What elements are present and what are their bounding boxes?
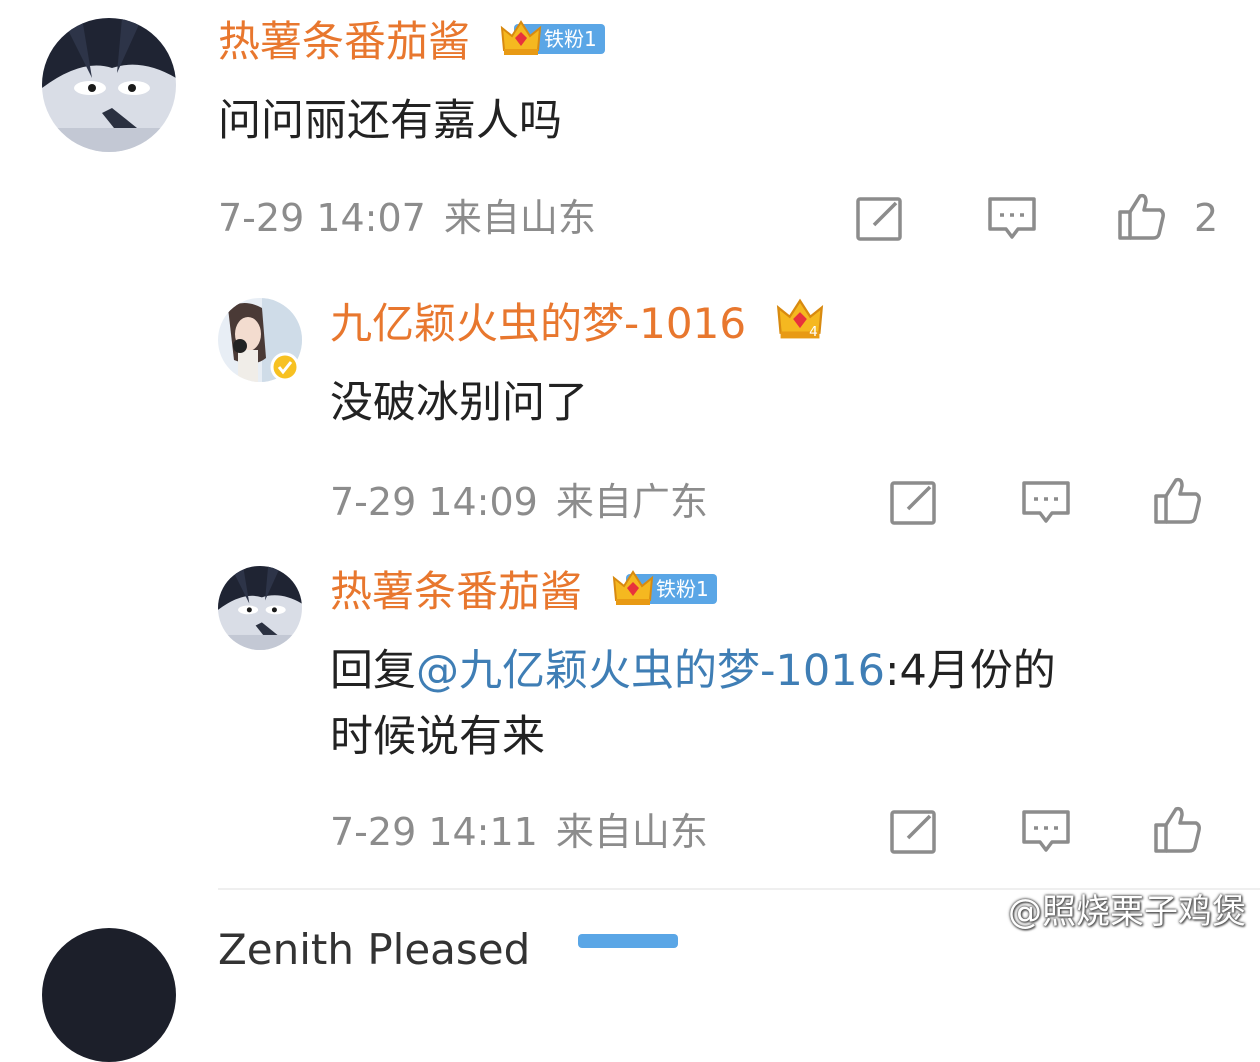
comment-icon[interactable] <box>986 193 1038 245</box>
watermark: @照烧栗子鸡煲 <box>960 888 1246 936</box>
comment-meta: 7-29 14:07 来自山东 <box>218 196 596 240</box>
username[interactable]: 热薯条番茄酱 <box>218 18 470 66</box>
like-icon[interactable] <box>1152 474 1204 526</box>
crown-icon <box>500 20 542 55</box>
like-count: 2 <box>1194 196 1219 240</box>
watermark-text: @照烧栗子鸡煲 <box>1008 892 1246 932</box>
comment-text: 回复@九亿颖火虫的梦-1016:4月份的 <box>330 640 1056 702</box>
comment-text: 问问丽还有嘉人吗 <box>218 96 562 146</box>
timestamp: 7-29 14:11 <box>330 810 538 854</box>
avatar[interactable] <box>42 18 176 152</box>
weibo-logo-icon <box>960 898 1002 930</box>
timestamp: 7-29 14:07 <box>218 196 426 240</box>
crown-level: 4 <box>809 324 818 340</box>
comment-icon[interactable] <box>1020 477 1072 529</box>
reply-prefix: 回复 <box>330 646 416 696</box>
avatar[interactable] <box>218 566 302 650</box>
comment-icon[interactable] <box>1020 806 1072 858</box>
mention-link[interactable]: @九亿颖火虫的梦-1016 <box>416 646 885 696</box>
location: 来自山东 <box>555 810 708 854</box>
like-icon[interactable] <box>1152 803 1204 855</box>
comment-text: 没破冰别问了 <box>330 378 588 428</box>
username[interactable]: 热薯条番茄酱 <box>330 568 582 616</box>
comment-meta: 7-29 14:11 来自山东 <box>330 810 708 854</box>
username[interactable]: Zenith Pleased <box>218 926 530 974</box>
crown-icon: 4 <box>776 298 824 340</box>
reply-text: :4月份的 <box>884 646 1056 696</box>
crown-icon <box>612 570 654 605</box>
location: 来自广东 <box>555 480 708 524</box>
share-icon[interactable] <box>854 193 906 245</box>
like-icon[interactable] <box>1116 190 1168 242</box>
comment-meta: 7-29 14:09 来自广东 <box>330 480 708 524</box>
share-icon[interactable] <box>888 477 940 529</box>
username[interactable]: 九亿颖火虫的梦-1016 <box>330 300 746 348</box>
fan-badge <box>578 934 678 948</box>
avatar[interactable] <box>42 928 176 1062</box>
share-icon[interactable] <box>888 806 940 858</box>
comment-text-line2: 时候说有来 <box>330 712 545 762</box>
verified-icon <box>270 352 300 382</box>
timestamp: 7-29 14:09 <box>330 480 538 524</box>
location: 来自山东 <box>443 196 596 240</box>
